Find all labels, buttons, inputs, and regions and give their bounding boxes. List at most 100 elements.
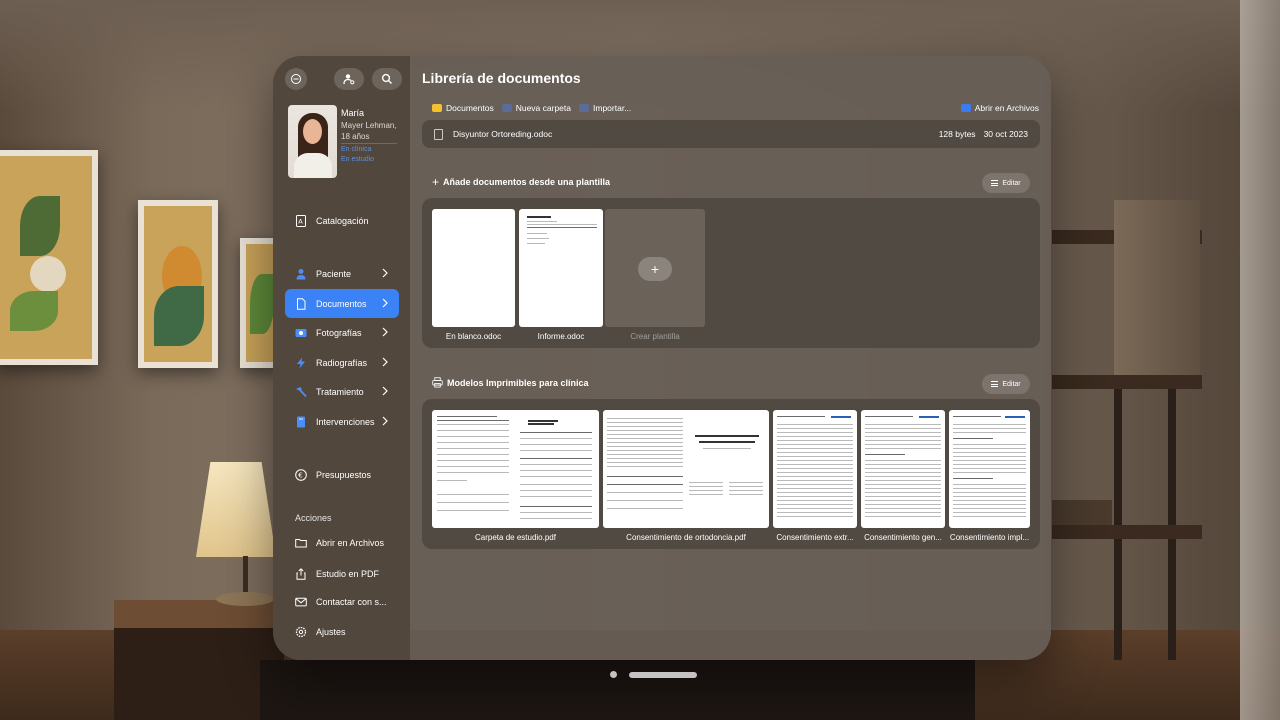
printable-thumbnail (603, 410, 769, 528)
minus-circle-button[interactable] (285, 68, 307, 90)
action-open-in-files[interactable]: Abrir en Archivos (285, 528, 399, 557)
sidebar-item-label: Documentos (316, 298, 367, 309)
printable-label: Consentimiento gen... (864, 533, 942, 542)
chevron-right-icon (382, 327, 388, 337)
document-library-window: María Mayer Lehman, 18 años En clínica E… (273, 56, 1051, 660)
minus-circle-icon (291, 74, 301, 84)
patient-surname: Mayer Lehman, (341, 121, 397, 130)
import-icon (579, 104, 590, 112)
hammer-icon (295, 386, 307, 398)
svg-text:€: € (298, 471, 302, 479)
sidebar-item-label: Tratamiento (316, 386, 364, 397)
file-row[interactable]: Disyuntor Ortoreding.odoc 128 bytes 30 o… (422, 120, 1040, 148)
chevron-right-icon (382, 386, 388, 396)
sidebar-item-paciente[interactable]: Paciente (285, 259, 399, 288)
document-icon (434, 128, 443, 140)
main-content: Librería de documentos Documentos Nueva … (410, 56, 1051, 660)
printable-thumbnail (432, 410, 599, 528)
chevron-right-icon (382, 268, 388, 278)
create-template-thumbnail: + (605, 209, 705, 327)
window-grabber[interactable] (629, 672, 697, 678)
patient-avatar[interactable] (288, 105, 337, 178)
actions-section-title: Acciones (295, 513, 332, 523)
chevron-right-icon (382, 416, 388, 426)
page-title: Librería de documentos (422, 70, 581, 86)
printable-label: Consentimiento impl... (949, 533, 1030, 542)
patient-name: María (341, 108, 365, 118)
sidebar-item-tratamiento[interactable]: Tratamiento (285, 377, 399, 406)
files-icon (960, 104, 971, 112)
bolt-icon (295, 357, 307, 369)
sidebar-item-label: Fotografías (316, 327, 362, 338)
printer-icon (432, 377, 443, 388)
templates-panel: En blanco.odoc Informe.odoc + Crear plan… (422, 198, 1040, 348)
plus-icon: + (432, 175, 440, 189)
file-name: Disyuntor Ortoreding.odoc (453, 129, 553, 139)
wall-painting (0, 150, 98, 365)
open-in-files-button[interactable]: Abrir en Archivos (960, 103, 1039, 113)
sidebar: María Mayer Lehman, 18 años En clínica E… (273, 56, 410, 660)
printable-label: Consentimiento extr... (776, 533, 854, 542)
printable-label: Carpeta de estudio.pdf (475, 533, 556, 542)
wall-painting (138, 200, 218, 368)
svg-text:A: A (298, 217, 303, 225)
file-size: 128 bytes (938, 129, 976, 139)
action-label: Contactar con s... (316, 596, 387, 607)
side-table (114, 600, 284, 720)
documents-folder-breadcrumb[interactable]: Documentos (432, 103, 494, 113)
envelope-icon (295, 596, 307, 608)
person-gear-icon (343, 74, 355, 85)
sidebar-item-label: Paciente (316, 268, 352, 279)
curtain (1240, 0, 1280, 720)
bookshelf (1052, 200, 1202, 660)
sidebar-item-catalogacion[interactable]: A Catalogación (285, 206, 399, 235)
list-icon (991, 180, 999, 186)
new-folder-icon (501, 104, 512, 112)
action-label: Abrir en Archivos (316, 537, 385, 548)
sidebar-item-documentos[interactable]: Documentos (285, 289, 399, 318)
create-template-label: Crear plantilla (630, 332, 680, 341)
sidebar-item-label: Catalogación (316, 215, 369, 226)
document-icon (295, 297, 307, 310)
patient-age: 18 años (341, 132, 370, 141)
printable-thumbnail (861, 410, 945, 528)
printable-thumbnail (949, 410, 1030, 528)
templates-section-title: + Añade documentos desde una plantilla (432, 175, 611, 189)
action-study-pdf[interactable]: Estudio en PDF (285, 559, 399, 588)
patient-settings-button[interactable] (334, 68, 364, 90)
sidebar-item-intervenciones[interactable]: Intervenciones (285, 407, 399, 436)
printables-section-title: Modelos Imprimibles para clínica (432, 377, 589, 388)
plus-icon: + (638, 257, 672, 281)
sidebar-item-presupuestos[interactable]: € Presupuestos (285, 460, 399, 489)
printables-panel: Carpeta de estudio.pdf Consentimiento de… (422, 399, 1040, 549)
tv-stand (260, 660, 975, 720)
patient-status: En clínica En estudio (341, 146, 375, 163)
template-label: Informe.odoc (537, 332, 585, 341)
templates-edit-button[interactable]: Editar (982, 173, 1030, 193)
printable-label: Consentimiento de ortodoncia.pdf (626, 533, 746, 542)
template-thumbnail (519, 209, 603, 327)
search-button[interactable] (372, 68, 402, 90)
sidebar-item-label: Presupuestos (316, 469, 372, 480)
sidebar-item-label: Radiografías (316, 357, 368, 368)
photos-icon (295, 327, 307, 339)
folder-icon (432, 104, 442, 112)
catalog-icon: A (295, 214, 307, 227)
window-page-dot[interactable] (610, 671, 617, 678)
chevron-right-icon (382, 357, 388, 367)
template-thumbnail (432, 209, 515, 327)
import-button[interactable]: Importar... (579, 103, 631, 113)
printables-edit-button[interactable]: Editar (982, 374, 1030, 394)
sidebar-item-radiografias[interactable]: Radiografías (285, 348, 399, 377)
action-settings[interactable]: Ajustes (285, 617, 399, 646)
list-icon (991, 381, 999, 387)
chevron-right-icon (382, 298, 388, 308)
action-label: Ajustes (316, 626, 346, 637)
sidebar-item-fotografias[interactable]: Fotografías (285, 318, 399, 347)
new-folder-button[interactable]: Nueva carpeta (501, 103, 571, 113)
action-label: Estudio en PDF (316, 568, 380, 579)
action-contact[interactable]: Contactar con s... (285, 587, 399, 616)
gear-icon (295, 626, 307, 638)
share-icon (295, 567, 307, 580)
search-icon (381, 73, 392, 84)
